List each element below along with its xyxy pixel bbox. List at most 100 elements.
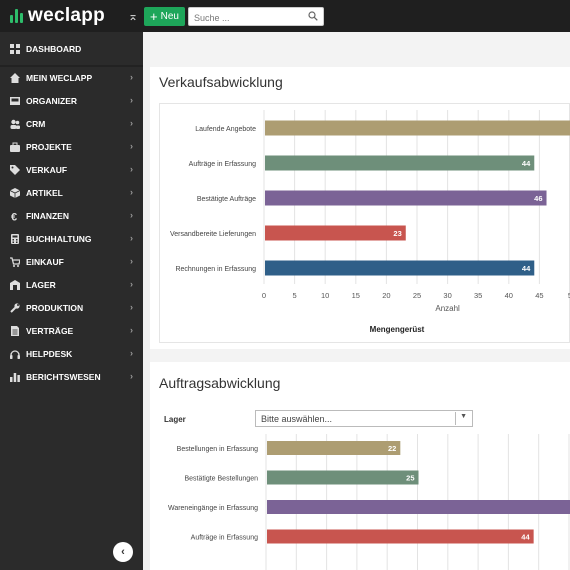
logo-text: weclapp [28,5,106,26]
sidebar-item-organizer[interactable]: ORGANIZER › [0,90,143,112]
sidebar-item-mein-weclapp[interactable]: MEIN WECLAPP › [0,67,143,89]
document-icon [10,326,20,336]
sidebar-item-verkauf[interactable]: VERKAUF › [0,159,143,181]
sidebar-item-dashboard[interactable]: DASHBOARD [0,38,143,60]
chevron-right-icon: › [130,279,133,289]
sidebar-item-label: ORGANIZER [26,96,77,106]
chevron-right-icon: › [130,72,133,82]
x-tick-label: 20 [382,291,390,300]
new-button-label: Neu [160,11,179,22]
cube-icon [10,188,20,198]
chevron-right-icon: › [130,348,133,358]
sidebar-item-label: PRODUKTION [26,303,84,313]
x-tick-label: 15 [352,291,360,300]
chevron-right-icon: › [130,164,133,174]
briefcase-icon [10,142,20,152]
weclapp-logo[interactable]: weclapp [10,5,106,26]
lager-select[interactable]: Bitte auswählen... ▼ [255,410,473,427]
category-label: Bestellungen in Erfassung [177,446,258,453]
svg-text:€: € [11,212,17,222]
sidebar-item-label: PROJEKTE [26,142,72,152]
chevron-right-icon: › [130,118,133,128]
sidebar-item-label: FINANZEN [26,211,69,221]
category-label: Aufträge in Erfassung [191,535,258,542]
search-input[interactable] [189,9,299,27]
chart-title: Mengengerüst [370,325,425,334]
bar [267,470,419,485]
sidebar-item-einkauf[interactable]: EINKAUF › [0,251,143,273]
x-tick-label: 0 [262,291,266,300]
bar [265,260,535,276]
bar [265,225,406,241]
x-tick-label: 45 [535,291,543,300]
sidebar-item-label: CRM [26,119,46,129]
collapse-arrows-icon[interactable]: ⌅ [128,8,138,24]
main-content: Verkaufsabwicklung 0510152025303540455La… [143,32,570,570]
search-icon[interactable] [308,11,318,21]
sidebar-item-lager[interactable]: LAGER › [0,274,143,296]
sidebar-item-projekte[interactable]: PROJEKTE › [0,136,143,158]
verkauf-title: Verkaufsabwicklung [159,74,283,90]
category-label: Bestätigte Bestellungen [184,476,258,483]
headset-icon [10,349,20,359]
chevron-down-icon[interactable]: ▼ [460,413,467,420]
x-tick-label: 25 [413,291,421,300]
bar [267,441,401,455]
plus-icon: + [150,8,158,24]
sidebar-item-label: BERICHTSWESEN [26,372,101,382]
collapse-sidebar-button[interactable]: ‹ [113,542,133,562]
wrench-icon [10,303,20,313]
bar-data-label: 22 [388,444,396,453]
category-label: Laufende Angebote [195,126,256,133]
bar [267,500,570,514]
tag-icon [10,165,20,175]
sidebar-item-buchhaltung[interactable]: BUCHHALTUNG › [0,228,143,250]
search-box [188,7,324,27]
category-label: Aufträge in Erfassung [189,161,256,168]
sidebar-item-helpdesk[interactable]: HELPDESK › [0,343,143,365]
sidebar-item-crm[interactable]: CRM › [0,113,143,135]
bar [265,155,535,171]
bar-data-label: 25 [406,474,414,483]
inbox-icon [10,96,20,106]
lager-select-placeholder: Bitte auswählen... [261,413,333,424]
chevron-right-icon: › [130,95,133,105]
sidebar-item-label: BUCHHALTUNG [26,234,92,244]
auftrag-chart-frame: Bestellungen in Erfassung 22 Bestätigte Be… [159,434,570,570]
auftrag-card: Auftragsabwicklung Lager Bitte auswählen… [150,362,570,570]
chevron-right-icon: › [130,256,133,266]
category-label: Bestätigte Aufträge [197,196,256,203]
sidebar-item-verträge[interactable]: VERTRÄGE › [0,320,143,342]
category-label: Versandbereite Lieferungen [170,231,256,238]
sidebar-item-finanzen[interactable]: € FINANZEN › [0,205,143,227]
category-label: Rechnungen in Erfassung [175,266,256,273]
select-divider [455,412,456,425]
chevron-right-icon: › [130,325,133,335]
new-button[interactable]: + Neu [144,7,185,26]
x-tick-label: 5 [293,291,297,300]
auftrag-chart: Bestellungen in Erfassung 22 Bestätigte Be… [168,434,570,570]
sidebar-item-label: DASHBOARD [26,44,82,54]
dashboard-icon [10,44,20,54]
bar-data-label: 44 [522,264,531,273]
sidebar-item-label: VERKAUF [26,165,68,175]
home-icon [10,73,20,83]
sidebar-item-label: LAGER [26,280,56,290]
sidebar-item-label: EINKAUF [26,257,64,267]
bar [267,529,534,544]
chevron-right-icon: › [130,141,133,151]
sidebar-item-artikel[interactable]: ARTIKEL › [0,182,143,204]
logo-mark-icon [10,9,23,23]
cart-icon [10,257,20,267]
sidebar-item-berichtswesen[interactable]: BERICHTSWESEN › [0,366,143,388]
sidebar-item-produktion[interactable]: PRODUKTION › [0,297,143,319]
sidebar-item-label: MEIN WECLAPP [26,73,93,83]
chevron-right-icon: › [130,371,133,381]
x-tick-label: 40 [505,291,513,300]
chevron-right-icon: › [130,302,133,312]
bar-data-label: 46 [534,194,542,203]
euro-icon: € [10,211,20,222]
sidebar-item-label: ARTIKEL [26,188,63,198]
verkauf-chart-frame: 0510152025303540455Laufende AngeboteAuft… [159,103,570,343]
sidebar: ‹ DASHBOARD MEIN WECLAPP › ORGANIZER › CRM › PR… [0,32,143,570]
